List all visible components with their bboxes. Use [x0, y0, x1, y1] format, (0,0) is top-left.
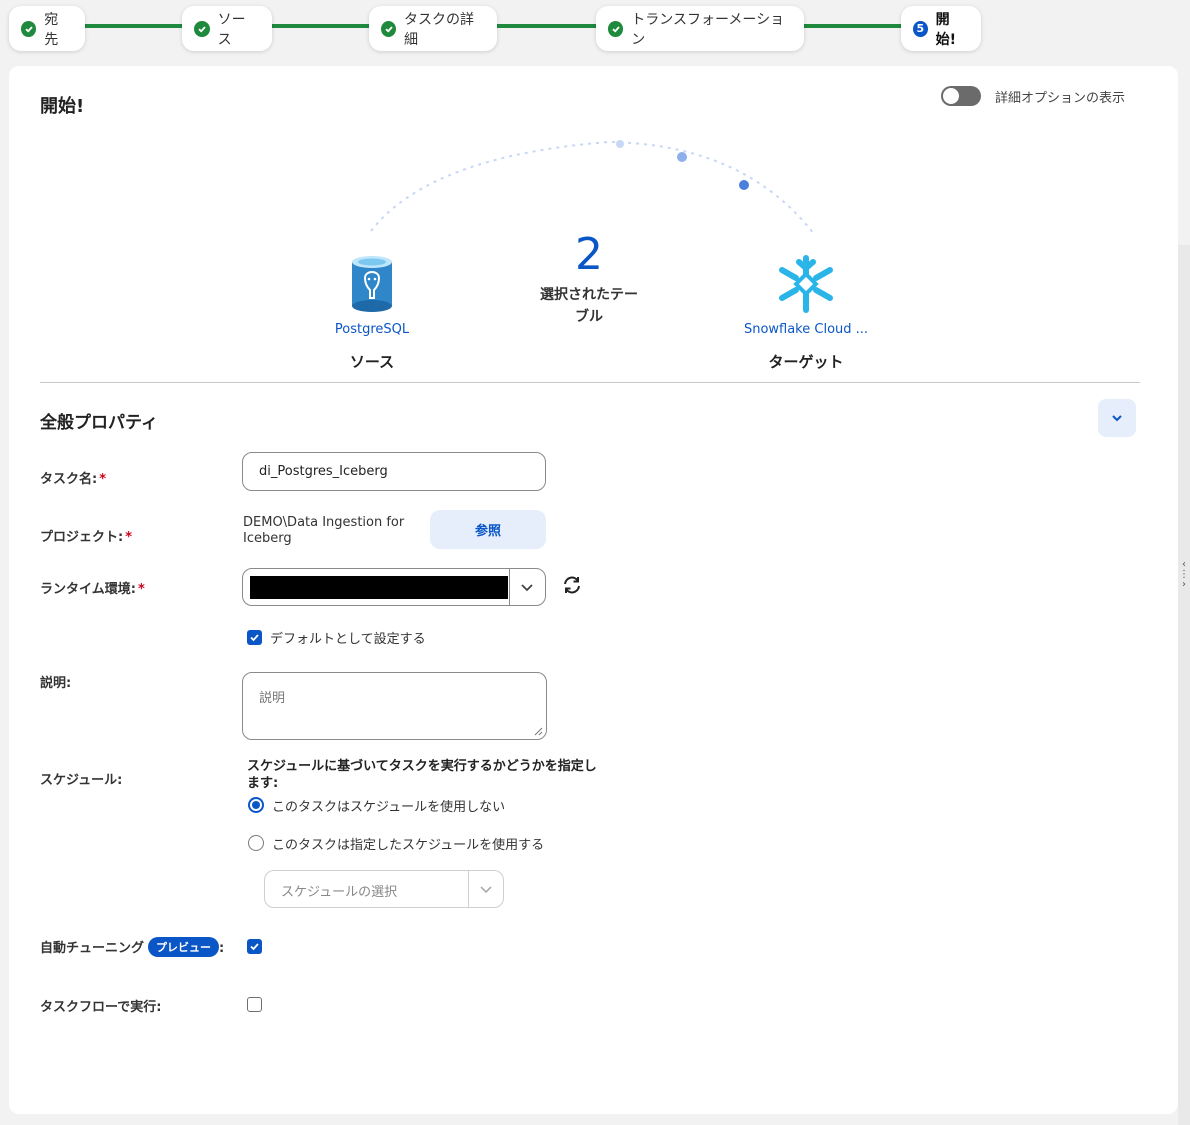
- postgresql-db-icon: [352, 256, 392, 312]
- step-label: 宛先: [44, 11, 59, 48]
- task-name-input[interactable]: di_Postgres_Iceberg: [242, 452, 546, 491]
- checkmark-icon: [250, 943, 259, 951]
- step-start[interactable]: 5 開始!: [901, 6, 981, 51]
- preview-badge: プレビュー: [148, 937, 220, 957]
- chevron-down-icon: [1112, 415, 1122, 422]
- advanced-options-toggle-group: 詳細オプションの表示: [940, 86, 1125, 106]
- source-role: ソース: [349, 353, 395, 371]
- target-role: ターゲット: [768, 353, 844, 371]
- schedule-use-radio[interactable]: [248, 835, 264, 851]
- auto-tuning-checkbox[interactable]: [247, 939, 262, 954]
- step-task-details[interactable]: タスクの詳細: [369, 6, 497, 51]
- resize-handle-icon[interactable]: [533, 726, 543, 736]
- auto-tuning-label: 自動チューニング プレビュー:: [40, 937, 224, 957]
- description-placeholder: 説明: [259, 691, 286, 706]
- step-label: トランスフォーメーション: [631, 11, 785, 48]
- advanced-options-toggle[interactable]: [940, 86, 981, 106]
- target-node: Snowflake Cloud ... ターゲット: [741, 254, 871, 372]
- check-circle-icon: [21, 20, 37, 37]
- step-label: 開始!: [935, 11, 956, 48]
- selected-tables-label-2: ブル: [575, 309, 603, 325]
- selected-tables-summary: 2 選択されたテー ブル: [529, 230, 649, 328]
- checkmark-icon: [250, 634, 259, 642]
- required-marker: *: [137, 582, 145, 597]
- step-label: ソース: [217, 11, 246, 48]
- chevron-down-icon: [480, 886, 492, 894]
- runtime-env-select[interactable]: [242, 568, 546, 606]
- source-node: PostgreSQL ソース: [312, 254, 432, 372]
- snowflake-icon: [779, 255, 833, 313]
- general-properties-title: 全般プロパティ: [40, 413, 158, 433]
- step-connector: [802, 24, 904, 28]
- step-connector: [495, 24, 597, 28]
- required-marker: *: [125, 530, 133, 545]
- taskflow-label: タスクフローで実行:: [40, 1000, 162, 1015]
- description-textarea[interactable]: 説明: [242, 672, 547, 740]
- auto-tuning-label-text: 自動チューニング: [40, 941, 145, 956]
- schedule-none-radio[interactable]: [248, 797, 264, 813]
- set-default-checkbox[interactable]: [247, 630, 262, 645]
- schedule-select[interactable]: スケジュールの選択: [264, 870, 504, 908]
- runtime-env-label: ランタイム環境: *: [40, 578, 145, 597]
- task-name-label: タスク名: *: [40, 468, 106, 487]
- task-name-label-text: タスク名:: [40, 472, 98, 487]
- check-circle-icon: [608, 20, 624, 37]
- wizard-stepper: 宛先 ソース タスクの詳細 トランスフォーメーション 5 開始!: [0, 0, 1190, 60]
- project-value: DEMO\Data Ingestion for Iceberg: [243, 515, 405, 546]
- side-panel-handle[interactable]: [1178, 245, 1190, 1125]
- check-circle-icon: [194, 20, 210, 37]
- schedule-use-label: このタスクは指定したスケジュールを使用する: [272, 838, 545, 853]
- refresh-icon[interactable]: [561, 574, 583, 596]
- step-label: タスクの詳細: [404, 11, 475, 48]
- collapse-section-button[interactable]: [1098, 399, 1136, 437]
- selected-tables-label-1: 選択されたテー: [540, 287, 638, 303]
- task-name-value: di_Postgres_Iceberg: [259, 464, 388, 479]
- schedule-none-label: このタスクはスケジュールを使用しない: [272, 800, 506, 815]
- section-divider: [40, 382, 1140, 383]
- target-name: Snowflake Cloud ...: [743, 322, 869, 337]
- step-source[interactable]: ソース: [182, 6, 272, 51]
- step-destination[interactable]: 宛先: [9, 6, 85, 51]
- selected-tables-count: 2: [575, 229, 603, 280]
- chevron-down-icon: [521, 584, 533, 592]
- schedule-select-placeholder: スケジュールの選択: [281, 885, 398, 900]
- redacted-value: [250, 576, 508, 599]
- step-connector: [80, 24, 184, 28]
- page-title: 開始!: [40, 96, 85, 117]
- advanced-options-label: 詳細オプションの表示: [994, 90, 1125, 106]
- flow-diagram: PostgreSQL ソース 2 選択されたテー ブル Snowflake Cl…: [9, 126, 1178, 386]
- step-transformation[interactable]: トランスフォーメーション: [596, 6, 804, 51]
- source-name: PostgreSQL: [334, 322, 410, 337]
- schedule-label: スケジュール:: [40, 773, 123, 788]
- browse-button[interactable]: 参照: [430, 510, 546, 549]
- project-label: プロジェクト: *: [40, 526, 132, 545]
- project-label-text: プロジェクト:: [40, 530, 124, 545]
- side-panel-dots-icon[interactable]: ‹ ⋮ ›: [1179, 560, 1189, 590]
- schedule-description: スケジュールに基づいてタスクを実行するかどうかを指定します:: [247, 759, 597, 791]
- main-card: 開始! 詳細オプションの表示 PostgreSQL ソース 2 選択されたテー …: [9, 66, 1178, 1114]
- set-default-label: デフォルトとして設定する: [270, 632, 426, 647]
- runtime-env-label-text: ランタイム環境:: [40, 582, 136, 597]
- required-marker: *: [99, 472, 107, 487]
- auto-tuning-colon: :: [219, 941, 225, 956]
- step-number-badge: 5: [913, 20, 928, 37]
- description-label: 説明:: [40, 676, 72, 691]
- check-circle-icon: [381, 20, 397, 37]
- step-connector: [270, 24, 370, 28]
- taskflow-checkbox[interactable]: [247, 997, 262, 1012]
